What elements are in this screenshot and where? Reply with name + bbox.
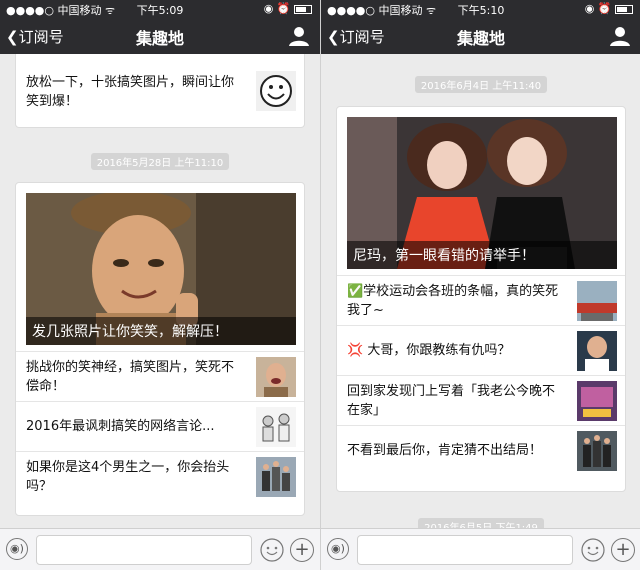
input-bar: ◉) + <box>0 528 320 570</box>
item-title: 💢 大哥，你跟教练有仇吗？ <box>347 343 511 358</box>
status-icons: ◉ ⏰ <box>585 2 633 15</box>
item-title: 放松一下，十张搞笑图片，瞬间让你笑到爆！ <box>26 75 235 109</box>
hero-image[interactable]: 尼玛，第一眼看错的请举手！ <box>347 117 617 269</box>
item-thumbnail <box>256 407 296 447</box>
plus-icon[interactable]: + <box>290 538 314 562</box>
hero-image[interactable]: 发几张照片让你笑笑，解解压！ <box>26 193 296 345</box>
voice-icon[interactable]: ◉) <box>327 538 349 560</box>
battery-icon <box>294 4 312 14</box>
timestamp: 2016年5月28日 上午11:10 <box>0 151 320 170</box>
battery-icon <box>615 4 633 14</box>
person-icon[interactable] <box>288 25 310 47</box>
list-item[interactable]: 如果你是这4个男生之一，你会抬头吗？ <box>16 451 304 501</box>
list-item[interactable]: 挑战你的笑神经，搞笑图片，笑死不偿命！ <box>16 351 304 401</box>
timestamp-next: 2016年6月5日 下午1:49 <box>321 516 640 528</box>
nav-bar: ❮订阅号 集趣地 <box>0 18 320 54</box>
timestamp-text: 2016年6月5日 下午1:49 <box>418 518 544 528</box>
item-title: 不看到最后你，肯定猜不出结局！ <box>347 443 543 458</box>
nav-bar: ❮订阅号 集趣地 <box>321 18 640 54</box>
input-bar: ◉) + <box>321 528 640 570</box>
article-card-partial[interactable]: 放松一下，十张搞笑图片，瞬间让你笑到爆！ <box>15 54 305 128</box>
list-item[interactable]: ✅学校运动会各班的条幅，真的笑死我了~ <box>337 275 625 325</box>
list-item[interactable]: 💢 大哥，你跟教练有仇吗？ <box>337 325 625 375</box>
list-item[interactable]: 放松一下，十张搞笑图片，瞬间让你笑到爆！ <box>16 54 304 127</box>
hero-caption: 尼玛，第一眼看错的请举手！ <box>347 241 617 269</box>
emoji-icon[interactable] <box>260 538 284 562</box>
timestamp-text: 2016年5月28日 上午11:10 <box>90 153 230 170</box>
item-thumbnail <box>256 457 296 497</box>
item-thumbnail <box>577 431 617 471</box>
item-title: 如果你是这4个男生之一，你会抬头吗？ <box>26 460 230 494</box>
item-thumbnail <box>577 381 617 421</box>
right-screenshot: ●●●●○ 中国移动 ᯤ 下午5:10 ◉ ⏰ ❮订阅号 集趣地 2016年6月… <box>320 0 640 570</box>
hero-caption: 发几张照片让你笑笑，解解压！ <box>26 317 296 345</box>
message-list[interactable]: 放松一下，十张搞笑图片，瞬间让你笑到爆！ 2016年5月28日 上午11:10 <box>0 54 320 528</box>
plus-icon[interactable]: + <box>611 538 635 562</box>
left-screenshot: ●●●●○ 中国移动 ᯤ 下午5:09 ◉ ⏰ ❮订阅号 集趣地 放松一下，十张… <box>0 0 320 570</box>
status-bar: ●●●●○ 中国移动 ᯤ 下午5:09 ◉ ⏰ <box>0 0 320 18</box>
article-card[interactable]: 发几张照片让你笑笑，解解压！ 挑战你的笑神经，搞笑图片，笑死不偿命！ 2016年… <box>15 182 305 516</box>
list-item[interactable]: 回到家发现门上写着「我老公今晚不在家」 <box>337 375 625 425</box>
timestamp-text: 2016年6月4日 上午11:40 <box>414 76 548 93</box>
page-title: 集趣地 <box>135 29 184 48</box>
item-thumbnail <box>256 357 296 397</box>
item-thumbnail <box>577 331 617 371</box>
status-bar: ●●●●○ 中国移动 ᯤ 下午5:10 ◉ ⏰ <box>321 0 640 18</box>
message-input[interactable] <box>357 535 573 565</box>
list-item[interactable]: 2016年最讽刺搞笑的网络言论... <box>16 401 304 451</box>
status-extra: ◉ ⏰ <box>263 2 291 15</box>
timestamp: 2016年6月4日 上午11:40 <box>321 74 640 93</box>
item-thumbnail <box>577 281 617 321</box>
item-title: 回到家发现门上写着「我老公今晚不在家」 <box>347 384 556 418</box>
emoji-icon[interactable] <box>581 538 605 562</box>
status-icons: ◉ ⏰ <box>264 2 312 15</box>
list-item[interactable]: 不看到最后你，肯定猜不出结局！ <box>337 425 625 475</box>
person-icon[interactable] <box>609 25 631 47</box>
message-input[interactable] <box>36 535 252 565</box>
status-extra: ◉ ⏰ <box>584 2 612 15</box>
item-title: 挑战你的笑神经，搞笑图片，笑死不偿命！ <box>26 360 235 394</box>
voice-icon[interactable]: ◉) <box>6 538 28 560</box>
article-card[interactable]: 尼玛，第一眼看错的请举手！ ✅学校运动会各班的条幅，真的笑死我了~ 💢 大哥，你… <box>336 106 626 492</box>
page-title: 集趣地 <box>456 29 505 48</box>
item-thumbnail <box>256 71 296 111</box>
message-list[interactable]: 2016年6月4日 上午11:40 尼玛，第一眼看错的请举手！ ✅学校运动会各班 <box>321 54 640 528</box>
item-title: ✅学校运动会各班的条幅，真的笑死我了~ <box>347 284 559 318</box>
item-title: 2016年最讽刺搞笑的网络言论... <box>26 419 215 434</box>
